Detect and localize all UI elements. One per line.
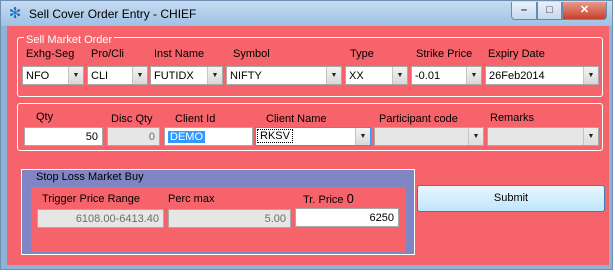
pro-cli-label: Pro/Cli bbox=[91, 48, 125, 60]
chevron-down-icon: ▼ bbox=[355, 128, 370, 145]
perc-max-input[interactable]: 5.00 bbox=[168, 209, 291, 228]
client-name-label: Client Name bbox=[266, 113, 327, 125]
type-select[interactable]: XX ▼ bbox=[345, 66, 408, 85]
chevron-down-icon: ▼ bbox=[132, 67, 147, 84]
chevron-down-icon: ▼ bbox=[392, 67, 407, 84]
perc-max-label: Perc max bbox=[168, 193, 215, 205]
qty-input[interactable]: 50 bbox=[24, 127, 103, 146]
qty-label: Qty bbox=[36, 111, 54, 123]
tr-price-input[interactable]: 6250 bbox=[295, 208, 399, 227]
expiry-date-select[interactable]: 26Feb2014 ▼ bbox=[485, 66, 599, 85]
client-id-label: Client Id bbox=[175, 113, 216, 125]
client-id-input[interactable]: DEMO bbox=[164, 127, 253, 146]
exhg-seg-label: Exhg-Seg bbox=[26, 48, 75, 60]
close-button[interactable]: ✕ bbox=[562, 2, 607, 20]
maximize-button[interactable]: □ bbox=[537, 2, 562, 20]
disc-qty-label: Disc Qty bbox=[111, 113, 153, 125]
stop-loss-panel: Stop Loss Market Buy Trigger Price Range… bbox=[21, 169, 415, 255]
chevron-down-icon: ▼ bbox=[326, 67, 341, 84]
form-area: Sell Market Order Exhg-Seg Pro/Cli Inst … bbox=[7, 26, 609, 265]
trigger-range-input[interactable]: 6108.00-6413.40 bbox=[37, 209, 164, 228]
title-bar[interactable]: ✻ Sell Cover Order Entry - CHIEF – □ ✕ bbox=[1, 1, 612, 26]
disc-qty-input[interactable]: 0 bbox=[107, 127, 160, 146]
stop-loss-title: Stop Loss Market Buy bbox=[36, 171, 144, 183]
symbol-label: Symbol bbox=[233, 48, 270, 60]
minimize-button[interactable]: – bbox=[511, 2, 537, 20]
participant-code-select[interactable]: ▼ bbox=[374, 127, 484, 146]
client-name-select[interactable]: RKSV ▼ bbox=[255, 127, 371, 146]
exhg-seg-select[interactable]: NFO ▼ bbox=[22, 66, 84, 85]
tr-price-label: Tr. Price 0 bbox=[303, 191, 354, 206]
remarks-select[interactable]: ▼ bbox=[487, 127, 599, 146]
remarks-label: Remarks bbox=[490, 112, 535, 124]
inst-name-select[interactable]: FUTIDX ▼ bbox=[150, 66, 223, 85]
expiry-date-label: Expiry Date bbox=[488, 48, 545, 60]
inst-name-label: Inst Name bbox=[154, 48, 205, 60]
chevron-down-icon: ▼ bbox=[468, 128, 483, 145]
chevron-down-icon: ▼ bbox=[466, 67, 481, 84]
app-gear-icon: ✻ bbox=[8, 5, 22, 22]
pro-cli-select[interactable]: CLI ▼ bbox=[87, 66, 148, 85]
chevron-down-icon: ▼ bbox=[583, 128, 598, 145]
chevron-down-icon: ▼ bbox=[207, 67, 222, 84]
strike-price-select[interactable]: -0.01 ▼ bbox=[411, 66, 482, 85]
participant-code-label: Participant code bbox=[379, 113, 458, 125]
chevron-down-icon: ▼ bbox=[68, 67, 83, 84]
strike-price-label: Strike Price bbox=[416, 48, 473, 60]
submit-button[interactable]: Submit bbox=[417, 185, 605, 212]
window-title: Sell Cover Order Entry - CHIEF bbox=[29, 7, 197, 21]
stop-loss-fields: Trigger Price Range Perc max Tr. Price 0… bbox=[31, 187, 406, 252]
type-label: Type bbox=[350, 48, 374, 60]
chevron-down-icon: ▼ bbox=[583, 67, 598, 84]
group-legend: Sell Market Order bbox=[24, 34, 115, 46]
symbol-select[interactable]: NIFTY ▼ bbox=[226, 66, 342, 85]
trigger-range-label: Trigger Price Range bbox=[42, 193, 141, 205]
order-entry-window: ✻ Sell Cover Order Entry - CHIEF – □ ✕ S… bbox=[0, 0, 613, 270]
